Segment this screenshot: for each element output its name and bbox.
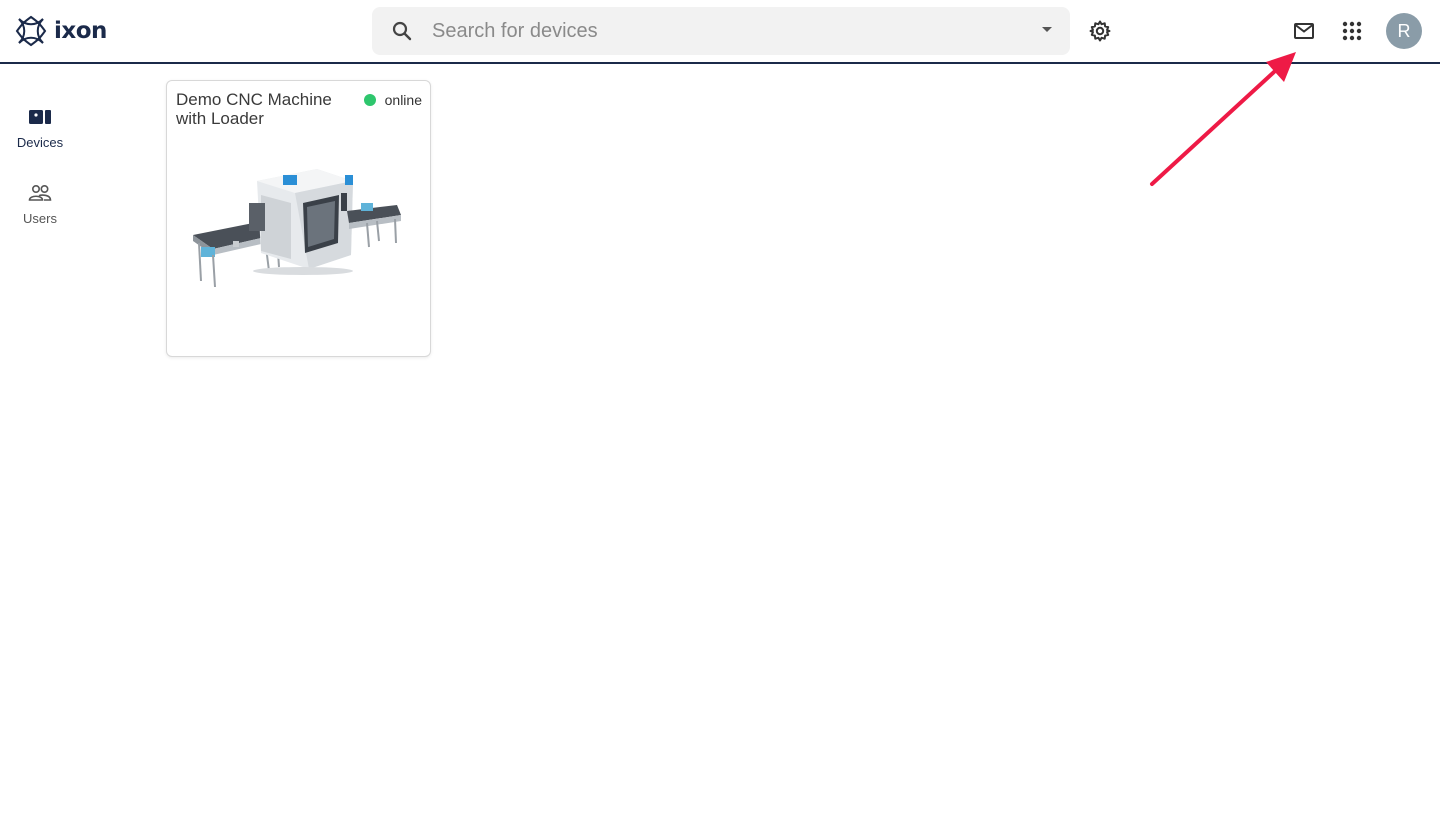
device-image xyxy=(193,169,401,288)
sidebar-item-label: Devices xyxy=(16,135,64,150)
settings-button[interactable] xyxy=(1082,13,1118,49)
sidebar-item-users[interactable]: Users xyxy=(0,182,80,242)
user-avatar[interactable]: R xyxy=(1386,13,1422,49)
search-input[interactable] xyxy=(432,15,1012,47)
messages-button[interactable] xyxy=(1286,13,1322,49)
sidebar-item-devices[interactable]: Devices xyxy=(0,106,80,166)
search-icon xyxy=(392,21,412,41)
status-label: online xyxy=(384,92,422,108)
annotation-arrow-icon xyxy=(1150,52,1296,186)
ixon-logo-mark-icon xyxy=(15,15,47,47)
apps-menu-button[interactable] xyxy=(1334,13,1370,49)
sidebar-item-label: Users xyxy=(23,211,57,226)
device-name: Demo CNC Machine with Loader xyxy=(176,90,332,128)
users-icon xyxy=(28,182,52,204)
search-dropdown-caret-icon[interactable] xyxy=(1042,27,1052,32)
devices-icon xyxy=(28,106,52,128)
logo-text: ixon xyxy=(54,18,107,44)
device-card[interactable]: Demo CNC Machine with Loader online xyxy=(166,80,431,357)
device-status: online xyxy=(363,92,422,108)
mail-icon xyxy=(1294,23,1314,39)
apps-grid-icon xyxy=(1342,21,1362,41)
search-bar[interactable] xyxy=(372,7,1070,55)
status-indicator xyxy=(363,94,376,106)
ixon-logo[interactable]: ixon xyxy=(14,13,107,49)
gear-icon xyxy=(1089,20,1111,42)
